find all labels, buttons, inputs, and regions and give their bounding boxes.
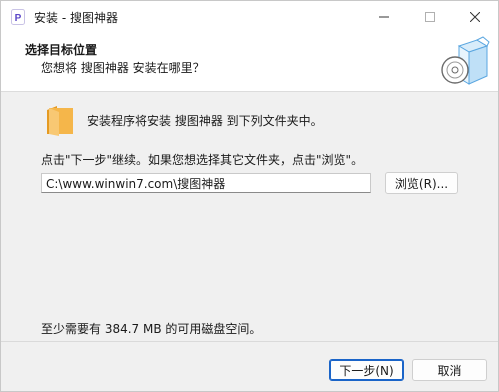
- cancel-button[interactable]: 取消: [412, 359, 487, 381]
- close-button[interactable]: [452, 1, 498, 33]
- installer-window: P 安装 - 搜图神器 选择目标位置 您想将 搜图神器 安装在哪里？ 安装程序将…: [0, 0, 499, 392]
- browse-button[interactable]: 浏览(R)...: [385, 172, 458, 194]
- minimize-button[interactable]: [361, 1, 407, 33]
- folder-icon: [47, 106, 73, 136]
- maximize-button[interactable]: [407, 1, 453, 33]
- window-title: 安装 - 搜图神器: [34, 11, 118, 25]
- instruction-text: 点击"下一步"继续。如果您想选择其它文件夹，点击"浏览"。: [41, 153, 364, 167]
- install-path-field[interactable]: [41, 173, 371, 193]
- minimize-icon: [379, 16, 389, 18]
- disk-space-text: 至少需要有 384.7 MB 的可用磁盘空间。: [41, 322, 262, 336]
- app-icon: P: [11, 9, 25, 25]
- maximize-icon: [425, 12, 435, 22]
- page-title: 选择目标位置: [25, 43, 98, 57]
- svg-text:P: P: [15, 13, 22, 24]
- next-button[interactable]: 下一步(N): [329, 359, 404, 381]
- wizard-header: 选择目标位置 您想将 搜图神器 安装在哪里？: [1, 33, 498, 92]
- footer-divider: [1, 341, 498, 342]
- install-box-icon: [441, 36, 490, 85]
- install-intro-text: 安装程序将安装 搜图神器 到下列文件夹中。: [87, 114, 323, 128]
- page-subtitle: 您想将 搜图神器 安装在哪里？: [41, 61, 205, 75]
- close-icon: [470, 12, 480, 22]
- title-bar: P 安装 - 搜图神器: [1, 1, 498, 33]
